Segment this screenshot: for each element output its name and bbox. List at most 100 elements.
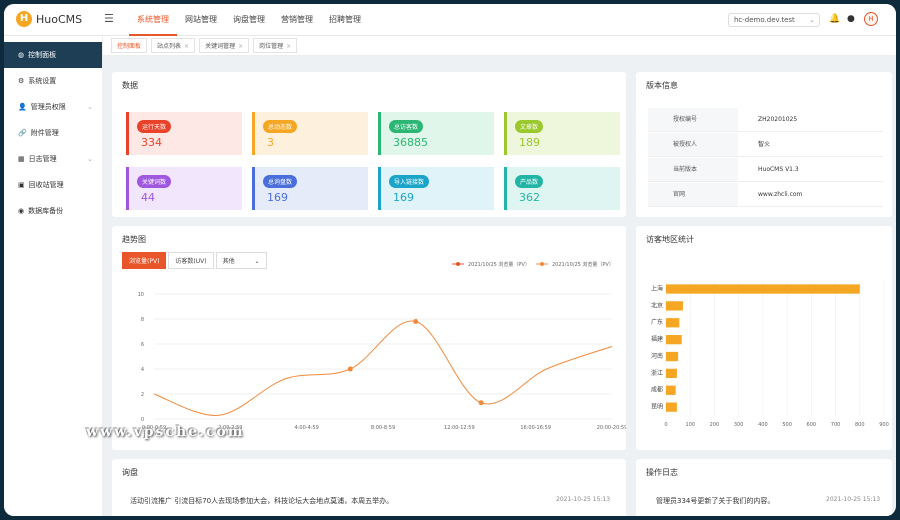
app-window: H HuoCMS ☰ 系统管理 网站管理 询盘管理 营销管理 招聘管理 hc-demo.…	[4, 4, 896, 516]
calendar-icon: ▦	[18, 155, 25, 163]
version-row: 授权编号 ZH20201025	[648, 108, 883, 132]
bell-icon[interactable]: 🔔	[829, 14, 840, 24]
close-icon[interactable]: ×	[184, 43, 189, 50]
legend-marker	[540, 262, 544, 266]
x-tick-label: 4:00-4:59	[295, 425, 319, 431]
top-nav-item[interactable]: 网站管理	[177, 4, 225, 36]
version-row: 官网 www.zhcli.com	[648, 183, 883, 207]
stat-card: 总动态数 3	[252, 112, 368, 155]
bar[interactable]	[666, 335, 682, 345]
category-label: 成都	[651, 386, 663, 394]
stat-value: 36885	[393, 136, 428, 149]
bar[interactable]	[666, 301, 683, 311]
bar[interactable]	[666, 402, 677, 412]
stat-value: 3	[267, 136, 274, 149]
x-tick-label: 600	[807, 422, 817, 428]
sidebar: ◍ 控制面板 ⚙ 系统设置 👤 管理员权限 ⌄ 🔗 附件管理 ▦ 日志管理 ⌄ ▣ 回收站管理 ◉ 数据库备份	[4, 36, 103, 516]
bar[interactable]	[666, 351, 679, 362]
category-label: 河南	[651, 352, 663, 360]
y-tick-label: 10	[138, 292, 144, 298]
sidebar-item-label: 系统设置	[28, 77, 57, 85]
category-label: 浙江	[651, 369, 663, 377]
sidebar-item[interactable]: ◉ 数据库备份	[4, 198, 102, 224]
stat-label: 运行天数	[137, 120, 172, 133]
x-tick-label: 8:00-8:59	[371, 425, 395, 431]
x-tick-label: 200	[710, 422, 720, 428]
tab[interactable]: 控制面板	[111, 38, 148, 53]
data-point[interactable]	[478, 400, 484, 406]
y-tick-label: 4	[141, 367, 144, 373]
series-line	[153, 320, 613, 416]
trend-chart: 02468100:00-0:59 2:00-2:59 4:00-4:59 8:00-8…	[138, 261, 626, 431]
y-tick-label: 8	[141, 317, 144, 323]
sidebar-item[interactable]: ⚙ 系统设置	[4, 68, 102, 94]
log-item-text[interactable]: 管理员334号更新了关于我们的内容。	[656, 496, 774, 506]
bar[interactable]	[666, 318, 680, 328]
bar[interactable]	[666, 385, 676, 395]
top-nav-item[interactable]: 询盘管理	[225, 4, 273, 36]
version-value: www.zhcli.com	[758, 191, 803, 198]
chevron-down-icon: ⌄	[809, 16, 815, 24]
x-tick-label: 400	[758, 422, 768, 428]
close-icon[interactable]: ×	[286, 43, 291, 50]
log-item-time: 2021-10-25 15:13	[826, 496, 881, 503]
stat-label: 总动态数	[263, 120, 298, 133]
stat-label: 总访客数	[389, 120, 424, 133]
y-tick-label: 2	[141, 392, 144, 398]
avatar[interactable]: H	[864, 12, 878, 26]
stat-card: 总访客数 36885	[378, 112, 494, 155]
y-tick-label: 0	[141, 417, 144, 423]
sidebar-item[interactable]: ◍ 控制面板	[4, 42, 102, 68]
watermark: www.vpsche.com	[86, 424, 245, 440]
inquiry-item-text[interactable]: 活动引流推广 引流目标70人去现场参加大会，科技论坛大会地点莫浦，本周五举办。	[130, 496, 393, 506]
tab-label: 控制面板	[117, 43, 142, 50]
stat-value: 169	[267, 191, 288, 204]
trash-icon: ▣	[18, 181, 25, 189]
notification-icon[interactable]: ●	[847, 14, 855, 24]
top-nav-item[interactable]: 招聘管理	[321, 4, 369, 36]
panel-title: 数据	[122, 81, 138, 90]
dashboard-icon: ◍	[18, 51, 25, 59]
logo-icon: H	[16, 11, 32, 27]
sidebar-item-label: 日志管理	[28, 155, 57, 163]
x-tick-label: 800	[855, 422, 865, 428]
trend-panel: 趋势图 浏览量(PV) 访客数(UV) 其他 ⌄ 0 2 4 6 8 10 0:00-0:59 2…	[112, 226, 626, 450]
version-key: 被授权人	[648, 133, 738, 156]
category-label: 广东	[651, 318, 663, 326]
version-row: 当前版本 HuoCMS V1.3	[648, 158, 883, 182]
x-tick-label: 500	[782, 422, 792, 428]
data-point[interactable]	[347, 366, 353, 372]
region-panel: 访客地区统计 0 100 200 300 400 500 600 700 800 900 上海 北京广…	[636, 226, 892, 450]
category-label: 福建	[651, 335, 663, 343]
sidebar-item-label: 附件管理	[30, 129, 59, 137]
bar[interactable]	[666, 284, 860, 294]
legend-marker	[456, 262, 460, 266]
x-tick-label: 20:00-20:59	[597, 425, 626, 431]
tab-label: 站点列表	[157, 43, 182, 50]
tab[interactable]: 关键词管理 ×	[199, 38, 250, 53]
sidebar-item[interactable]: 👤 管理员权限 ⌄	[4, 94, 102, 120]
close-icon[interactable]: ×	[238, 43, 243, 50]
domain-select[interactable]: hc-demo.dev.test ⌄	[728, 13, 820, 27]
sidebar-item[interactable]: 🔗 附件管理	[4, 120, 102, 146]
y-tick-label: 6	[141, 342, 144, 348]
paperclip-icon: 🔗	[18, 129, 27, 137]
data-panel: 数据 运行天数 334 总动态数 3 总访客数 36885 文章数 189 关键词数 44 总询盘数…	[112, 72, 626, 217]
sidebar-item[interactable]: ▣ 回收站管理	[4, 172, 102, 198]
top-nav-item[interactable]: 系统管理	[129, 4, 177, 36]
bar[interactable]	[666, 368, 677, 379]
menu-toggle-icon[interactable]: ☰	[104, 12, 114, 25]
region-chart: 0 100 200 300 400 500 600 700 800 900 上海北京广东福建河南浙江…	[651, 281, 889, 428]
tab[interactable]: 岗位管理 ×	[253, 38, 298, 53]
sidebar-item[interactable]: ▦ 日志管理 ⌄	[4, 146, 102, 172]
top-nav-item[interactable]: 营销管理	[273, 4, 321, 36]
chevron-down-icon: ⌄	[87, 103, 93, 111]
stat-card: 关键词数 44	[126, 167, 242, 210]
tab-label: 关键词管理	[205, 43, 236, 50]
tab[interactable]: 站点列表 ×	[151, 38, 196, 53]
x-tick-label: 900	[879, 422, 889, 428]
version-value: HuoCMS V1.3	[758, 166, 799, 173]
panel-title: 询盘	[122, 468, 138, 477]
data-point[interactable]	[413, 319, 419, 324]
inquiry-item-time: 2021-10-25 15:13	[556, 496, 611, 503]
